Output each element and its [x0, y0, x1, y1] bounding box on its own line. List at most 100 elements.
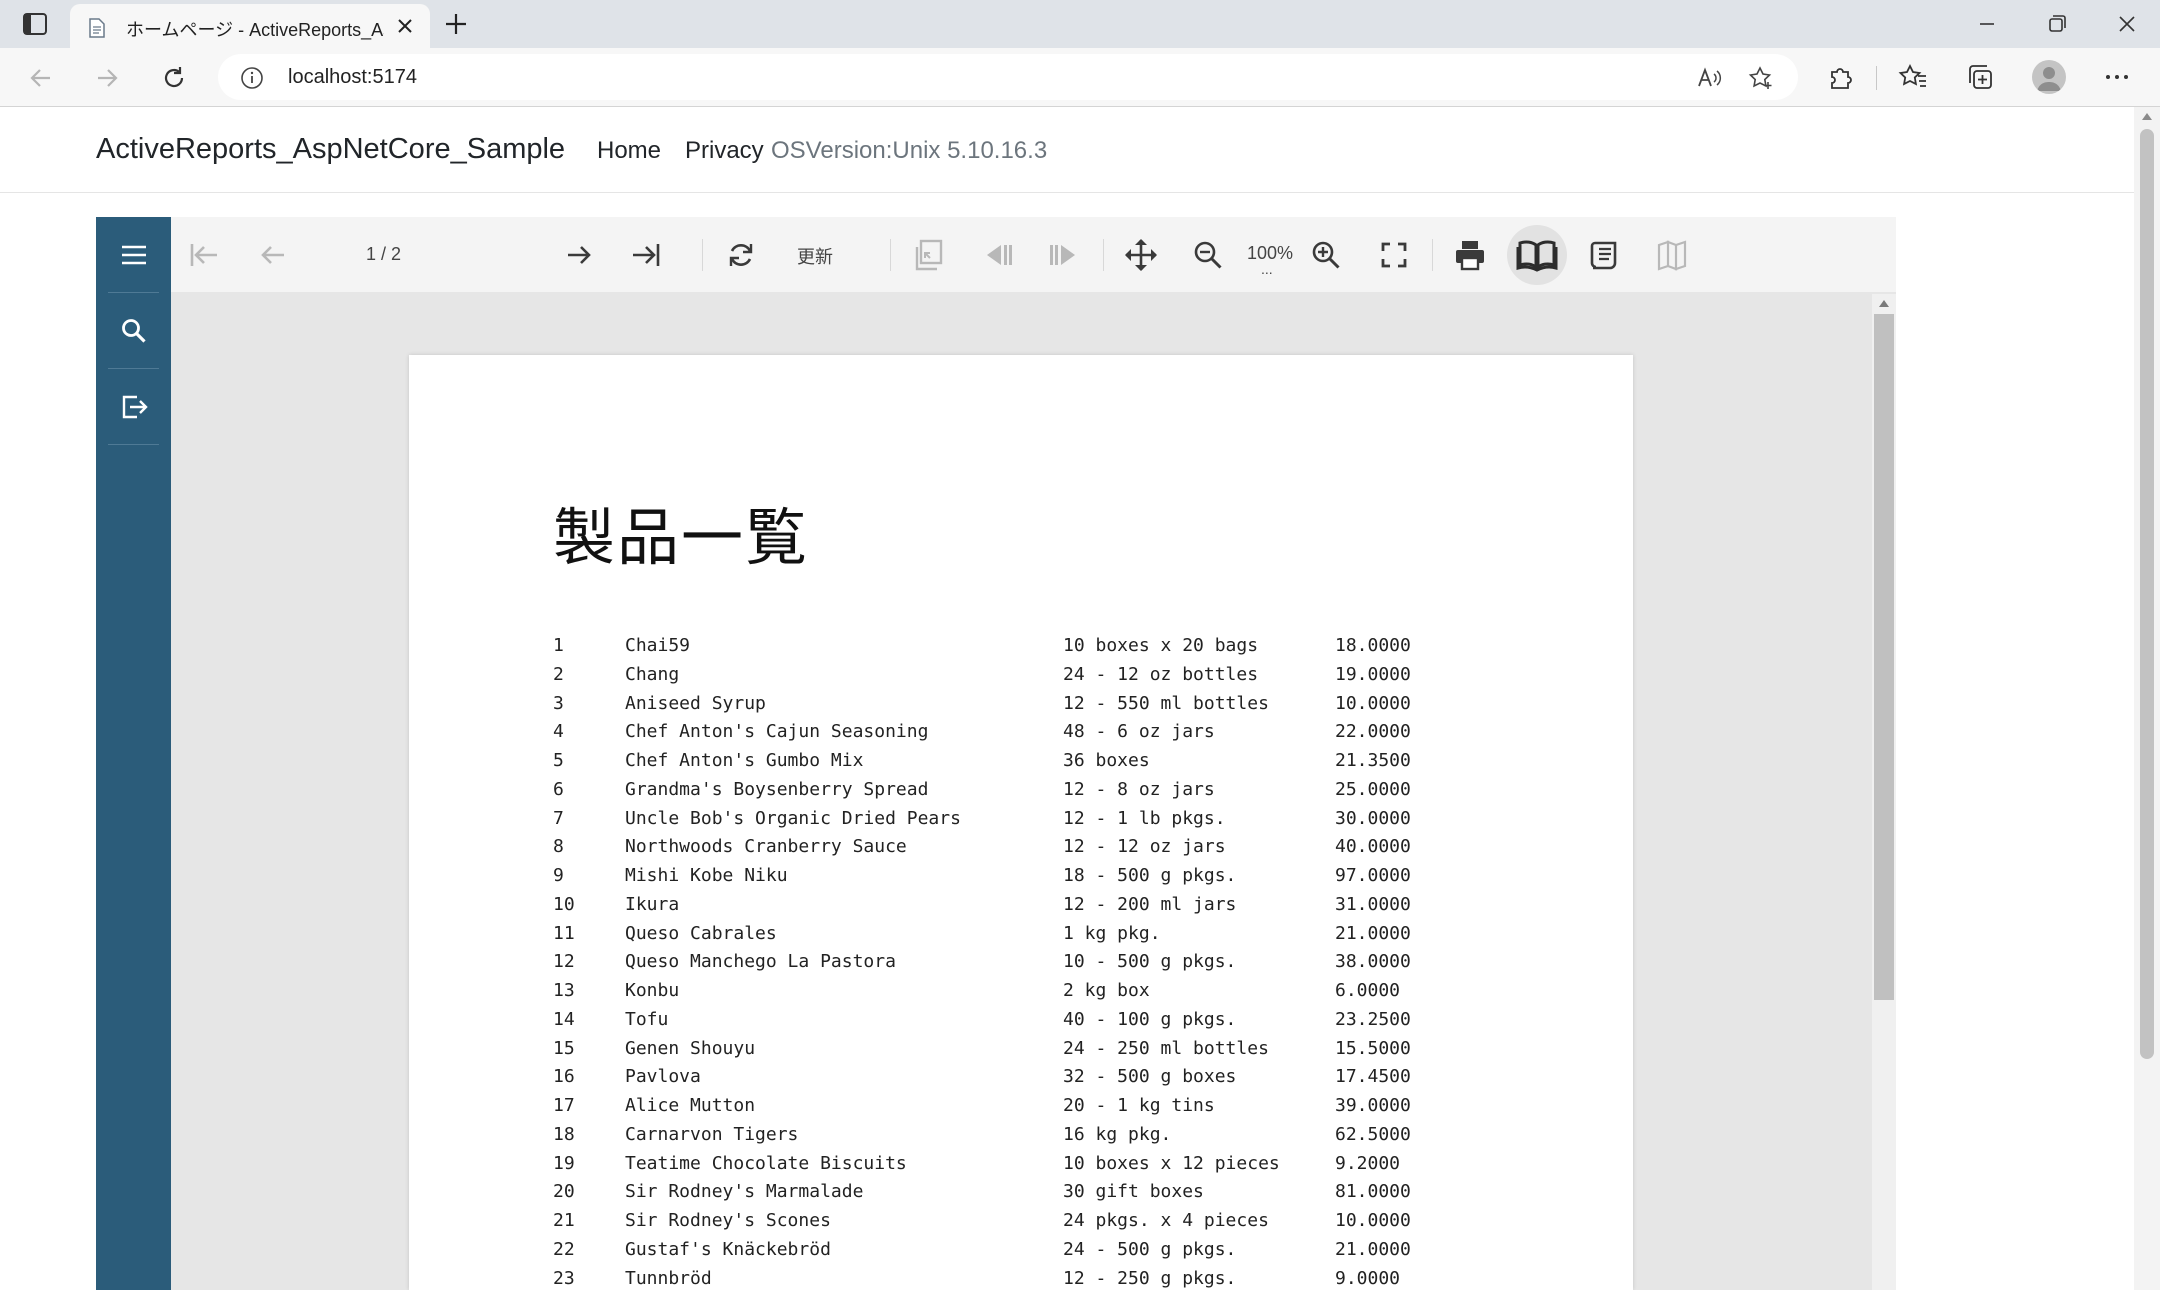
print-icon[interactable]	[1452, 237, 1488, 273]
quantity-per-unit: 12 - 1 lb pkgs.	[1063, 807, 1226, 829]
last-page-icon[interactable]	[628, 237, 664, 273]
product-id: 23	[553, 1267, 575, 1289]
quantity-per-unit: 24 pkgs. x 4 pieces	[1063, 1210, 1269, 1231]
quantity-per-unit: 32 - 500 g boxes	[1063, 1066, 1237, 1088]
unit-price: 21.0000	[1335, 1238, 1411, 1260]
refresh-icon[interactable]	[723, 237, 759, 273]
product-id: 4	[553, 721, 564, 743]
read-aloud-icon[interactable]	[1696, 65, 1722, 91]
profile-avatar[interactable]	[2032, 60, 2066, 94]
product-name: Chef Anton's Gumbo Mix	[625, 750, 864, 771]
product-name: Chang	[625, 663, 680, 685]
quantity-per-unit: 12 - 8 oz jars	[1063, 778, 1215, 800]
report-title: 製品一覧	[553, 501, 810, 574]
url-text[interactable]: localhost:5174	[288, 66, 417, 89]
table-row: 8 Northwoods Cranberry Sauce 12 - 12 oz ja…	[409, 836, 1633, 864]
zoom-out-icon[interactable]	[1190, 237, 1226, 273]
scroll-up-arrow-icon[interactable]	[2142, 113, 2152, 120]
quantity-per-unit: 18 - 500 g pkgs.	[1063, 865, 1237, 886]
table-row: 10 Ikura 12 - 200 ml jars 31.0000	[409, 894, 1633, 922]
close-window-icon[interactable]	[2112, 10, 2142, 38]
table-row: 9 Mishi Kobe Niku 18 - 500 g pkgs. 97.0000	[409, 865, 1633, 893]
product-id: 5	[553, 750, 564, 771]
product-name: Sir Rodney's Marmalade	[625, 1181, 864, 1203]
forward-arrow-icon[interactable]	[92, 63, 122, 93]
favorites-icon[interactable]	[1898, 62, 1928, 92]
browser-tab-active[interactable]: ホームページ - ActiveReports_AspN	[70, 4, 430, 48]
quantity-per-unit: 10 boxes x 20 bags	[1063, 635, 1259, 656]
previous-page-icon[interactable]	[254, 237, 290, 273]
product-id: 18	[553, 1123, 575, 1145]
quantity-per-unit: 20 - 1 kg tins	[1063, 1095, 1215, 1116]
restore-icon[interactable]	[2042, 10, 2072, 38]
viewer-scrollbar[interactable]	[1872, 294, 1896, 1290]
unit-price: 25.0000	[1335, 778, 1411, 800]
close-icon[interactable]	[394, 15, 416, 37]
product-name: Mishi Kobe Niku	[625, 865, 788, 886]
zoom-in-icon[interactable]	[1308, 237, 1344, 273]
product-id: 20	[553, 1181, 575, 1203]
export-icon[interactable]	[96, 369, 171, 444]
history-back-icon[interactable]	[979, 237, 1015, 273]
quantity-per-unit: 12 - 200 ml jars	[1063, 893, 1237, 915]
next-page-icon[interactable]	[562, 237, 598, 273]
collections-icon[interactable]	[1965, 62, 1995, 92]
viewer-scroll-thumb[interactable]	[1874, 314, 1894, 1000]
history-forward-icon[interactable]	[1047, 237, 1083, 273]
extensions-icon[interactable]	[1826, 62, 1856, 92]
fullscreen-icon[interactable]	[1376, 237, 1412, 273]
reload-icon[interactable]	[159, 63, 189, 93]
page-scrollbar[interactable]	[2134, 107, 2160, 1290]
unit-price: 97.0000	[1335, 865, 1411, 886]
first-page-icon[interactable]	[186, 237, 222, 273]
nav-privacy-link[interactable]: Privacy	[685, 137, 764, 165]
product-name: Konbu	[625, 980, 680, 1001]
product-name: Grandma's Boysenberry Spread	[625, 778, 929, 800]
pan-mode-icon[interactable]	[1123, 237, 1159, 273]
product-name: Tofu	[625, 1008, 669, 1030]
scroll-up-arrow-icon[interactable]	[1879, 300, 1889, 307]
address-bar[interactable]: localhost:5174	[218, 54, 1798, 100]
parent-report-icon[interactable]	[911, 237, 947, 273]
product-id: 6	[553, 778, 564, 800]
table-row: 14 Tofu 40 - 100 g pkgs. 23.2500	[409, 1009, 1633, 1037]
menu-icon[interactable]	[96, 217, 171, 292]
unit-price: 81.0000	[1335, 1181, 1411, 1203]
page-indicator[interactable]: 1 / 2	[366, 244, 401, 265]
nav-home-link[interactable]: Home	[597, 137, 661, 165]
browser-tab-strip: ホームページ - ActiveReports_AspN	[0, 0, 2160, 48]
product-name: Chef Anton's Cajun Seasoning	[625, 721, 929, 743]
table-row: 3 Aniseed Syrup 12 - 550 ml bottles 10.0000	[409, 693, 1633, 721]
zoom-ellipsis[interactable]: ...	[1261, 261, 1273, 277]
document-icon	[88, 18, 106, 38]
page-scroll-thumb[interactable]	[2140, 129, 2154, 1059]
table-row: 4 Chef Anton's Cajun Seasoning 48 - 6 oz j…	[409, 721, 1633, 749]
galley-mode-icon[interactable]	[1507, 225, 1567, 285]
more-options-icon[interactable]	[2102, 62, 2132, 92]
back-arrow-icon[interactable]	[26, 63, 56, 93]
multi-page-icon[interactable]	[1654, 237, 1690, 273]
info-icon[interactable]	[240, 66, 264, 90]
unit-price: 31.0000	[1335, 893, 1411, 915]
unit-price: 15.5000	[1335, 1037, 1411, 1059]
quantity-per-unit: 2 kg box	[1063, 980, 1150, 1001]
unit-price: 23.2500	[1335, 1008, 1411, 1030]
quantity-per-unit: 10 boxes x 12 pieces	[1063, 1152, 1280, 1174]
site-brand[interactable]: ActiveReports_AspNetCore_Sample	[96, 133, 565, 166]
sidebar-divider	[108, 444, 159, 445]
quantity-per-unit: 10 - 500 g pkgs.	[1063, 951, 1237, 973]
refresh-label[interactable]: 更新	[797, 243, 833, 269]
quantity-per-unit: 12 - 550 ml bottles	[1063, 692, 1269, 714]
quantity-per-unit: 30 gift boxes	[1063, 1181, 1204, 1203]
product-name: Gustaf's Knäckebröd	[625, 1238, 831, 1260]
continuous-mode-icon[interactable]	[1586, 237, 1622, 273]
search-icon[interactable]	[96, 293, 171, 368]
unit-price: 10.0000	[1335, 1210, 1411, 1231]
quantity-per-unit: 1 kg pkg.	[1063, 922, 1161, 944]
tab-actions-icon[interactable]	[22, 12, 50, 36]
report-viewer: 1 / 2 更新 100% ... 製品一覧 1 Chai59 10 boxes…	[96, 217, 1896, 1290]
minimize-icon[interactable]	[1972, 10, 2002, 38]
new-tab-button[interactable]	[442, 10, 470, 38]
unit-price: 19.0000	[1335, 663, 1411, 685]
favorite-add-icon[interactable]	[1748, 65, 1774, 91]
